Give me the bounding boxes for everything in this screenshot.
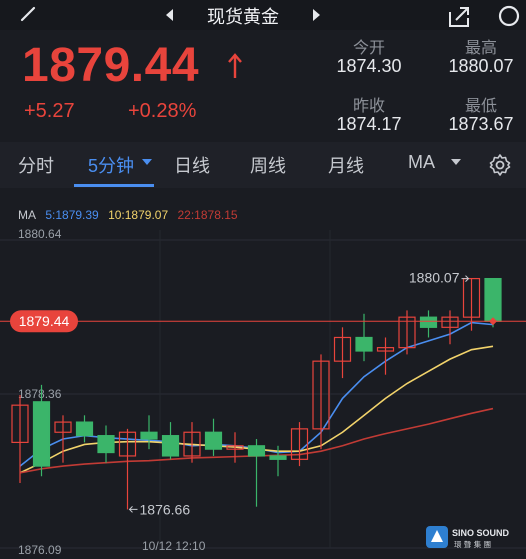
candle-body	[355, 336, 373, 352]
y-tick-label: 1880.64	[18, 227, 62, 241]
open-value: 1874.30	[336, 56, 402, 76]
high-label: 最高	[464, 40, 497, 57]
chevron-down-icon[interactable]	[141, 158, 153, 166]
candlestick-plot: 1880.64 1878.36 1876.09 10/12 12:10 1879.44 1…	[0, 227, 526, 557]
open-label: 今开	[352, 40, 385, 57]
quote-panel: 1879.44 +5.27 +0.28% 今开 1874.30 最高 1880.…	[0, 30, 526, 142]
min-price-annotation: 1876.66	[140, 501, 191, 517]
chevron-down-icon[interactable]	[450, 158, 462, 166]
tab-weekly[interactable]: 周线	[250, 152, 286, 178]
candle-body	[269, 455, 287, 460]
max-price-annotation: 1880.07	[409, 270, 460, 286]
low-label: 最低	[464, 98, 497, 115]
tab-timeshare[interactable]: 分时	[18, 152, 54, 178]
tab-monthly[interactable]: 月线	[328, 152, 364, 178]
price-change: +5.27	[24, 100, 75, 122]
next-instrument-icon[interactable]	[306, 4, 326, 26]
share-icon[interactable]	[446, 4, 472, 28]
candle-body	[204, 431, 223, 450]
prev-close-value: 1874.17	[336, 114, 402, 134]
kline-chart[interactable]: MA 5:1879.39 10:1879.07 22:1878.15 1880.…	[0, 188, 526, 559]
last-price: 1879.44	[22, 39, 200, 92]
top-bar: 现货黄金	[0, 0, 526, 30]
prev-instrument-icon[interactable]	[160, 4, 180, 26]
period-tabs: 分时 5分钟 日线 周线 月线 MA	[0, 142, 526, 188]
max-price-arrow	[461, 275, 470, 282]
watermark-brand: SINO SOUND	[452, 528, 510, 538]
candle-body	[140, 431, 158, 440]
high-value: 1880.07	[448, 56, 514, 76]
candle-body	[75, 421, 94, 437]
candle-body	[247, 445, 266, 457]
price-change-percent: +0.28%	[128, 100, 197, 122]
sino-sound-logo: SINO SOUND 環 聲 集 團	[426, 526, 510, 549]
active-tab-indicator	[74, 184, 154, 187]
x-tick-label: 10/12 12:10	[142, 539, 206, 553]
gear-icon[interactable]	[488, 153, 512, 177]
watermark-sub: 環 聲 集 團	[454, 539, 491, 549]
price-up-icon	[228, 53, 242, 78]
low-value: 1873.67	[448, 114, 514, 134]
tab-daily[interactable]: 日线	[174, 152, 210, 178]
current-price-label: 1879.44	[19, 313, 70, 329]
page-title: 现货黄金	[207, 7, 279, 27]
candle-body	[161, 435, 180, 457]
candle-body	[32, 401, 51, 467]
tab-5min[interactable]: 5分钟	[88, 152, 134, 178]
prev-close-label: 昨收	[352, 98, 385, 115]
y-tick-label: 1876.09	[18, 543, 62, 557]
search-icon[interactable]	[496, 2, 524, 30]
candle-body	[484, 277, 502, 322]
y-tick-label: 1878.36	[18, 387, 62, 401]
tab-ma[interactable]: MA	[408, 152, 435, 173]
candle-body	[419, 316, 438, 328]
min-price-arrow	[128, 506, 138, 513]
candle-body	[97, 435, 115, 454]
